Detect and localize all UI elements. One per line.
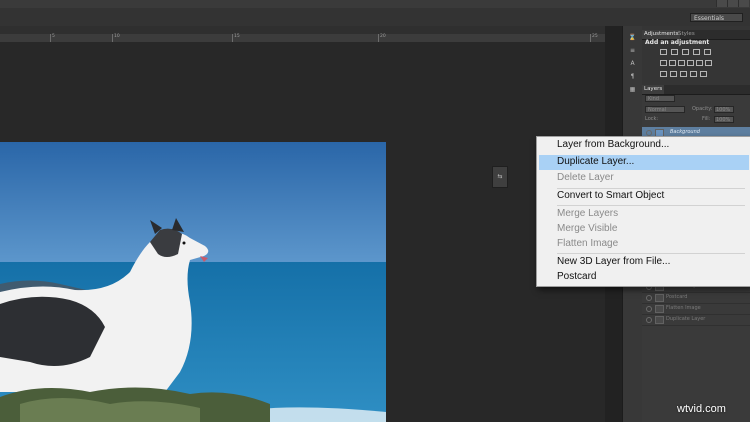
visibility-eye-icon bbox=[646, 306, 652, 312]
ghost-item-label: Flatten Image bbox=[666, 305, 701, 311]
photo-dog-on-coast bbox=[0, 142, 386, 422]
ghost-item-label: Postcard bbox=[666, 294, 688, 300]
workspace-switcher[interactable]: Essentials bbox=[690, 13, 743, 22]
blend-mode-select[interactable]: Normal bbox=[645, 106, 685, 113]
ruler-tick-label: 25 bbox=[590, 34, 598, 42]
layer-thumbnail bbox=[655, 316, 664, 324]
ruler-tick-label: 20 bbox=[378, 34, 386, 42]
collapsed-panel-icon[interactable]: ⇆ bbox=[492, 166, 508, 188]
fill-label: Fill: bbox=[702, 116, 711, 122]
tab-styles[interactable]: Styles bbox=[676, 30, 697, 39]
document-image[interactable] bbox=[0, 142, 386, 422]
opacity-input[interactable]: 100% bbox=[714, 106, 734, 113]
layer-context-menu: Layer from Background... Duplicate Layer… bbox=[536, 136, 750, 287]
ruler-tick-label: 15 bbox=[232, 34, 240, 42]
ghost-item-label: Duplicate Layer bbox=[666, 316, 706, 322]
layer-thumbnail bbox=[655, 305, 664, 313]
blend-row: Normal Opacity: 100% bbox=[642, 105, 750, 114]
character-icon[interactable]: A bbox=[628, 60, 637, 68]
workspace-label: Essentials bbox=[694, 15, 725, 22]
tab-layers[interactable]: Layers bbox=[642, 85, 665, 94]
layer-thumbnail bbox=[655, 294, 664, 302]
channel-mixer-icon[interactable] bbox=[696, 60, 703, 66]
minimize-window-button[interactable] bbox=[716, 0, 727, 7]
ruler-tick-label: 10 bbox=[112, 34, 120, 42]
kind-filter-select[interactable]: Kind bbox=[645, 95, 675, 102]
posterize-icon[interactable] bbox=[670, 71, 677, 77]
curves-icon[interactable] bbox=[682, 49, 689, 55]
invert-icon[interactable] bbox=[660, 71, 667, 77]
opacity-label: Opacity: bbox=[692, 106, 713, 112]
menu-item-layer-from-background[interactable]: Layer from Background... bbox=[557, 138, 669, 152]
lock-label: Lock: bbox=[645, 116, 659, 122]
properties-icon[interactable]: ≡ bbox=[628, 47, 637, 55]
selective-color-icon[interactable] bbox=[700, 71, 707, 77]
adjustment-icons-grid bbox=[660, 49, 740, 79]
close-window-button[interactable] bbox=[738, 0, 749, 7]
app-titlebar bbox=[0, 0, 750, 8]
gradient-map-icon[interactable] bbox=[690, 71, 697, 77]
ghost-menu-row: Duplicate Layer bbox=[642, 314, 750, 326]
vibrance-icon[interactable] bbox=[704, 49, 711, 55]
brightness-icon[interactable] bbox=[660, 49, 667, 55]
menu-item-merge-visible[interactable]: Merge Visible bbox=[557, 222, 617, 236]
balance-icon[interactable] bbox=[669, 60, 676, 66]
menu-item-delete-layer[interactable]: Delete Layer bbox=[557, 171, 614, 185]
visibility-eye-icon bbox=[646, 295, 652, 301]
menu-item-new-3d-layer[interactable]: New 3D Layer from File... bbox=[557, 255, 670, 269]
history-icon[interactable]: ⌛ bbox=[628, 34, 637, 42]
threshold-icon[interactable] bbox=[680, 71, 687, 77]
hue-icon[interactable] bbox=[660, 60, 667, 66]
photo-filter-icon[interactable] bbox=[687, 60, 694, 66]
fill-input[interactable]: 100% bbox=[714, 116, 734, 123]
levels-icon[interactable] bbox=[671, 49, 678, 55]
menu-item-convert-smart-object[interactable]: Convert to Smart Object bbox=[557, 189, 664, 203]
swatch-icon[interactable]: ▦ bbox=[628, 86, 637, 94]
menu-item-flatten-image[interactable]: Flatten Image bbox=[557, 237, 618, 251]
bw-icon[interactable] bbox=[678, 60, 685, 66]
menu-separator bbox=[557, 253, 745, 254]
menu-separator bbox=[557, 205, 745, 206]
maximize-window-button[interactable] bbox=[727, 0, 738, 7]
menu-item-duplicate-layer[interactable]: Duplicate Layer... bbox=[557, 155, 634, 169]
tab-adjustments[interactable]: Adjustments bbox=[642, 30, 681, 39]
exposure-icon[interactable] bbox=[693, 49, 700, 55]
ruler-tick-label: 5 bbox=[50, 34, 55, 42]
visibility-eye-icon bbox=[646, 317, 652, 323]
add-adjustment-label: Add an adjustment bbox=[645, 39, 710, 46]
watermark: wtvid.com bbox=[677, 403, 726, 415]
paragraph-icon[interactable]: ¶ bbox=[628, 73, 637, 81]
menu-item-merge-layers[interactable]: Merge Layers bbox=[557, 207, 618, 221]
layer-filter-row: Kind bbox=[642, 94, 750, 103]
options-bar bbox=[0, 8, 750, 27]
menu-item-postcard[interactable]: Postcard bbox=[557, 270, 596, 284]
lookup-icon[interactable] bbox=[705, 60, 712, 66]
lock-row: Lock: Fill: 100% bbox=[642, 115, 750, 124]
